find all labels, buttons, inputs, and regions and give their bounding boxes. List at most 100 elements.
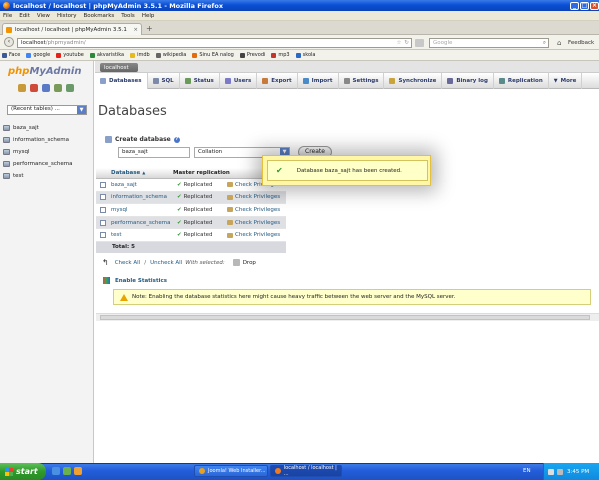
browser-tab[interactable]: localhost / localhost | phpMyAdmin 3.5.1… xyxy=(2,23,142,35)
database-link[interactable]: performance_schema xyxy=(111,220,177,226)
feedback-button[interactable]: Feedback xyxy=(568,40,594,46)
clock: 3:45 PM xyxy=(567,468,590,475)
database-link[interactable]: baza_sajt xyxy=(111,182,177,188)
scrollbar-thumb[interactable] xyxy=(100,315,590,320)
uncheck-all-link[interactable]: Uncheck All xyxy=(150,260,182,266)
sidebar-db-item[interactable]: information_schema xyxy=(3,134,69,146)
reload-icon[interactable]: ↻ xyxy=(404,40,409,46)
search-engine-icon[interactable] xyxy=(415,39,424,47)
media-player-icon[interactable] xyxy=(74,467,82,475)
tab-export[interactable]: Export xyxy=(257,72,298,89)
check-privileges-link[interactable]: Check Privileges xyxy=(227,220,280,226)
help-icon[interactable] xyxy=(42,84,50,92)
replication-status: ✔ Replicated xyxy=(177,219,213,226)
menu-help[interactable]: Help xyxy=(142,13,155,19)
enable-statistics-link[interactable]: Enable Statistics xyxy=(103,277,167,284)
bookmark-star-icon[interactable]: ☆ xyxy=(396,40,401,46)
bookmark-item[interactable]: mp3 xyxy=(271,52,290,58)
search-icon[interactable]: ⌕ xyxy=(543,40,546,47)
bookmark-prevodi-icon xyxy=(239,52,245,58)
menu-edit[interactable]: Edit xyxy=(19,13,30,19)
reload-navigation-icon[interactable] xyxy=(66,84,74,92)
menu-tools[interactable]: Tools xyxy=(121,13,135,19)
pma-logo[interactable]: phpMyAdmin xyxy=(8,66,81,77)
language-indicator[interactable]: EN xyxy=(523,468,531,474)
sidebar-db-item[interactable]: test xyxy=(3,170,24,182)
row-checkbox[interactable] xyxy=(100,194,106,201)
check-privileges-link[interactable]: Check Privileges xyxy=(227,194,280,200)
address-bar[interactable]: localhost/phpmyadmin/ ☆ ↻ xyxy=(17,38,412,48)
taskbar-window-button[interactable]: Joomla! Web Installer... xyxy=(194,465,268,477)
bookmark-item[interactable]: skola xyxy=(295,52,315,58)
bulk-actions: ↰ Check All / Uncheck All With selected:… xyxy=(102,258,256,267)
tab-binary-log[interactable]: Binary log xyxy=(442,72,494,89)
server-breadcrumb-bar xyxy=(95,61,599,73)
sidebar-db-item[interactable]: performance_schema xyxy=(3,158,72,170)
bookmark-item[interactable]: imdb xyxy=(130,52,150,58)
volume-icon[interactable] xyxy=(548,468,554,475)
row-checkbox[interactable] xyxy=(100,232,106,239)
network-icon[interactable] xyxy=(557,468,563,475)
bookmark-item[interactable]: youtube xyxy=(56,52,84,58)
tab-databases[interactable]: Databases xyxy=(95,72,148,89)
start-button[interactable]: start xyxy=(0,463,46,480)
home-icon[interactable] xyxy=(18,84,26,92)
bookmark-item[interactable]: Face xyxy=(2,52,20,58)
recent-tables-select[interactable]: (Recent tables) ... ▼ xyxy=(7,105,87,115)
success-notification: ✔ Database baza_sajt has been created. xyxy=(262,155,431,186)
tab-replication[interactable]: Replication xyxy=(494,72,549,89)
bookmark-item[interactable]: google xyxy=(26,52,50,58)
row-checkbox[interactable] xyxy=(100,206,106,213)
minimize-button[interactable]: _ xyxy=(570,1,579,10)
tab-import[interactable]: Import xyxy=(298,72,339,89)
sidebar-db-item[interactable]: baza_sajt xyxy=(3,122,39,134)
bookmark-face-icon xyxy=(2,52,7,58)
search-input[interactable]: Google ⌕ xyxy=(429,38,549,48)
tab-synchronize[interactable]: Synchronize xyxy=(384,72,443,89)
tab-sql[interactable]: SQL xyxy=(148,72,180,89)
new-tab-icon[interactable]: + xyxy=(146,24,153,33)
database-link[interactable]: information_schema xyxy=(111,194,177,200)
column-header-database[interactable]: Database ▲ xyxy=(111,170,173,176)
help-icon[interactable]: ? xyxy=(173,136,180,143)
bookmark-item[interactable]: Sinu EA nalog xyxy=(192,52,234,58)
check-privileges-link[interactable]: Check Privileges xyxy=(227,232,280,238)
database-name-input[interactable]: baza_sajt xyxy=(118,147,190,158)
ie-icon[interactable] xyxy=(52,467,60,475)
database-link[interactable]: test xyxy=(111,232,177,238)
show-desktop-icon[interactable] xyxy=(63,467,71,475)
logout-icon[interactable] xyxy=(30,84,38,92)
tab-settings[interactable]: Settings xyxy=(339,72,385,89)
check-privileges-link[interactable]: Check Privileges xyxy=(227,207,280,213)
menu-view[interactable]: View xyxy=(37,13,50,19)
table-row: information_schema ✔ Replicated Check Pri… xyxy=(96,191,286,205)
tab-more[interactable]: ▼ More xyxy=(549,72,583,89)
menu-bookmarks[interactable]: Bookmarks xyxy=(84,13,115,19)
back-arrow-icon[interactable]: ‹ xyxy=(4,37,14,47)
drop-button[interactable]: Drop xyxy=(243,260,256,266)
menu-file[interactable]: File xyxy=(3,13,12,19)
bookmark-item[interactable]: Prevodi xyxy=(239,52,265,58)
database-link[interactable]: mysql xyxy=(111,207,177,213)
sidebar-db-item[interactable]: mysql xyxy=(3,146,30,158)
maximize-button[interactable]: □ xyxy=(580,1,589,10)
create-database-label: Create database ? xyxy=(105,136,180,143)
tab-users[interactable]: Users xyxy=(220,72,258,89)
tab-status[interactable]: Status xyxy=(180,72,220,89)
bookmark-item[interactable]: akvaristika xyxy=(89,52,124,58)
row-checkbox[interactable] xyxy=(100,219,106,226)
server-breadcrumb[interactable]: localhost xyxy=(100,63,138,72)
row-checkbox[interactable] xyxy=(100,181,106,188)
statistics-note: Note: Enabling the database statistics h… xyxy=(113,289,591,305)
taskbar-window-button[interactable]: localhost / localhost | ... xyxy=(270,465,342,477)
bookmark-item[interactable]: wikipedia xyxy=(155,52,186,58)
menu-history[interactable]: History xyxy=(57,13,77,19)
horizontal-scrollbar[interactable] xyxy=(96,313,599,321)
database-icon xyxy=(3,137,10,143)
tab-close-icon[interactable]: × xyxy=(133,27,138,33)
check-all-link[interactable]: Check All xyxy=(115,260,141,266)
bookmark-ea-icon xyxy=(192,52,198,58)
docs-icon[interactable] xyxy=(54,84,62,92)
close-button[interactable]: × xyxy=(590,1,599,10)
home-icon[interactable]: ⌂ xyxy=(557,39,561,47)
